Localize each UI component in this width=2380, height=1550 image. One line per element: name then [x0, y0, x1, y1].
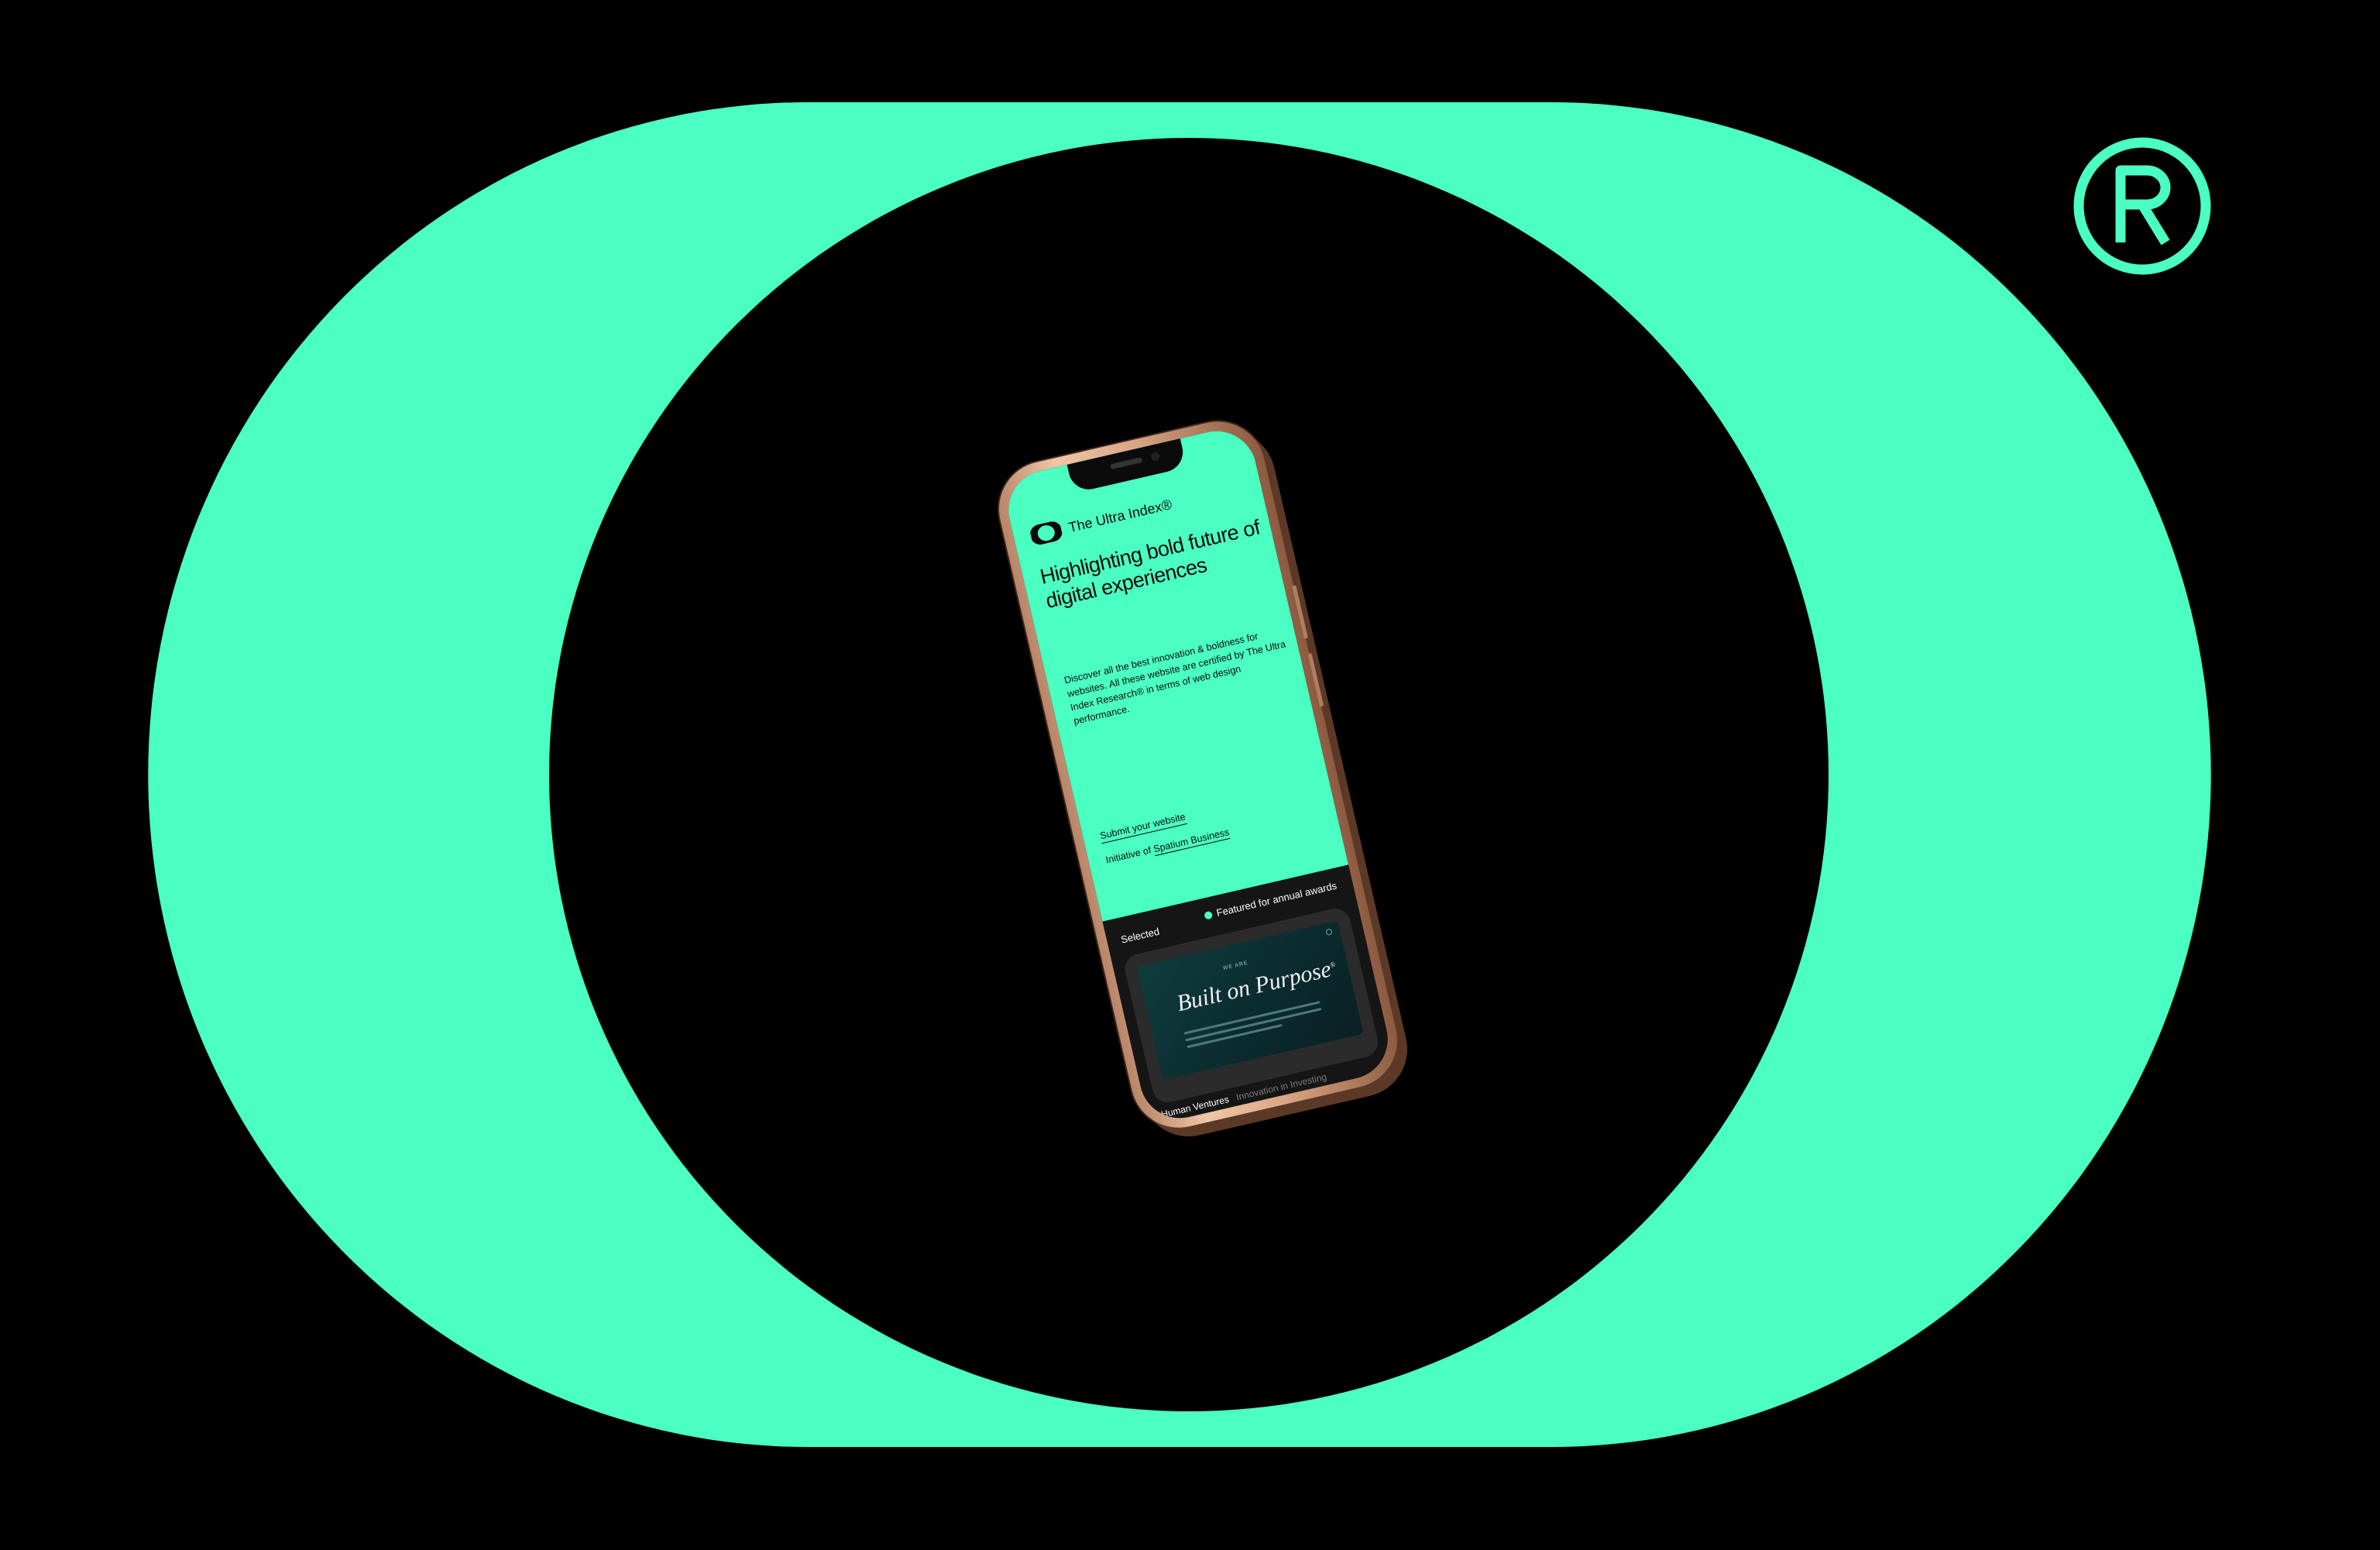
speaker-grille [1109, 456, 1143, 470]
preview-title-mark: ® [1328, 960, 1336, 969]
preview-close-icon [1325, 928, 1333, 936]
featured-dot-icon [1204, 910, 1214, 920]
selected-tab[interactable]: Selected [1120, 926, 1161, 946]
featured-site-card[interactable]: WE ARE Built on Purpose® [1121, 906, 1382, 1106]
registered-mark-r [2115, 165, 2171, 246]
camera-icon [1150, 451, 1161, 462]
preview-text-line [1185, 1007, 1322, 1042]
preview-kicker: WE ARE [1222, 960, 1249, 972]
mockup-stage: ® The Ultra Index® [0, 0, 2380, 1550]
site-preview-thumbnail[interactable]: WE ARE Built on Purpose® [1136, 920, 1364, 1081]
